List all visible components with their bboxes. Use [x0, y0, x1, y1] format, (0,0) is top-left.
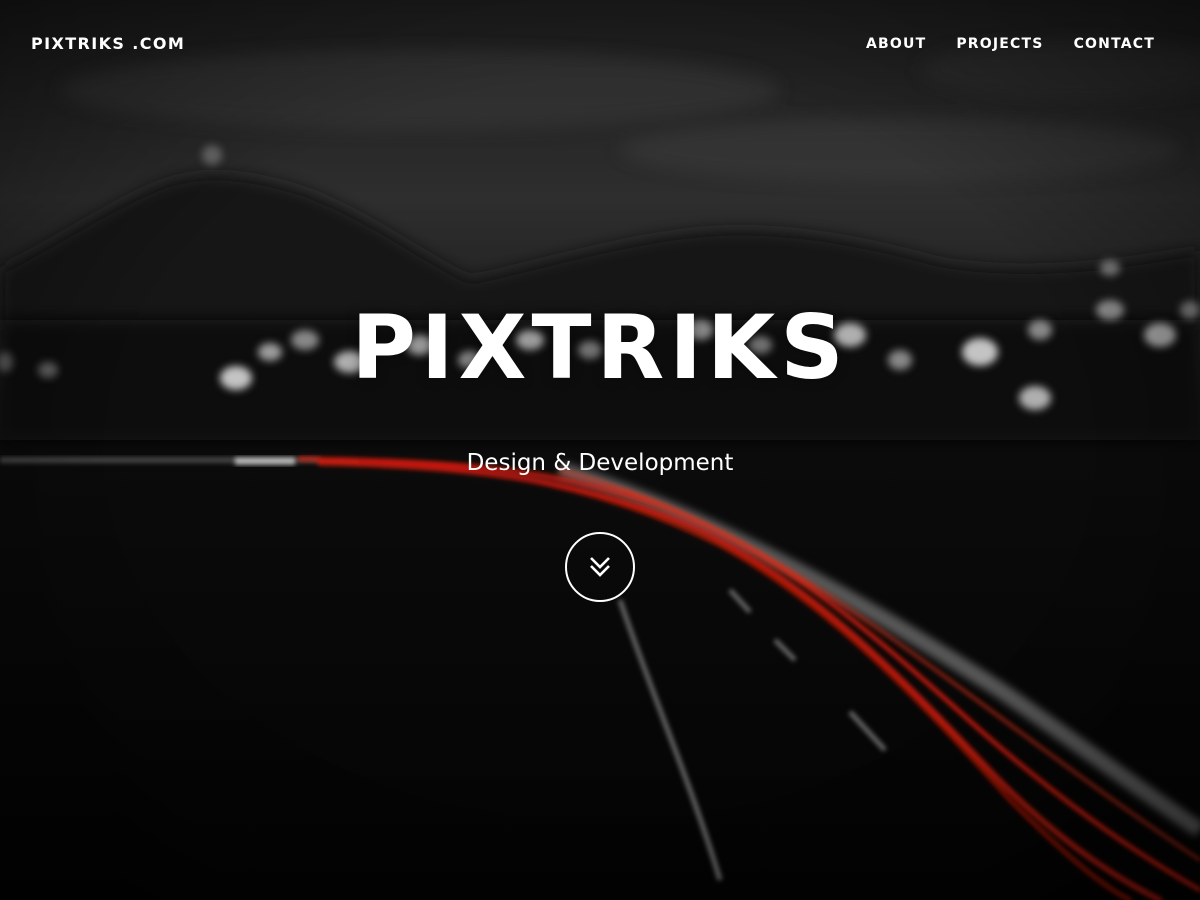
brand-logo-link[interactable]: PIXTRIKS .COM: [31, 34, 185, 53]
double-chevron-down-icon: [590, 557, 610, 577]
top-navigation: PIXTRIKS .COM ABOUT PROJECTS CONTACT: [0, 0, 1200, 90]
nav-item-about[interactable]: ABOUT: [866, 36, 926, 52]
hero-subtitle: Design & Development: [466, 450, 734, 476]
hero-title: PIXTRIKS: [351, 296, 849, 399]
landing-page: PIXTRIKS .COM ABOUT PROJECTS CONTACT PIX…: [0, 0, 1200, 900]
nav-item-contact[interactable]: CONTACT: [1074, 36, 1155, 52]
nav-item-projects[interactable]: PROJECTS: [956, 36, 1043, 52]
scroll-down-button[interactable]: [565, 532, 635, 602]
main-menu: ABOUT PROJECTS CONTACT: [866, 36, 1155, 52]
